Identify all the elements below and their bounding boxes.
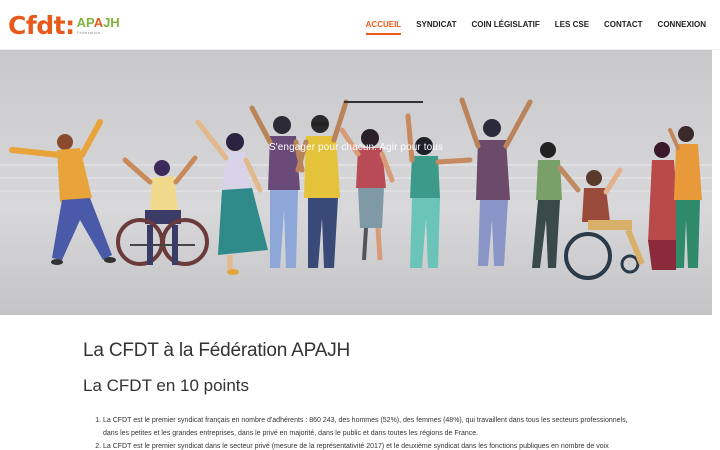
site-logo[interactable]: Cfdt: APAJH Fédération — [8, 10, 120, 40]
hero-illustration — [0, 50, 712, 315]
main-content: La CFDT à la Fédération APAJH La CFDT en… — [83, 340, 643, 450]
main-navigation: ACCUEIL SYNDICAT COIN LÉGISLATIF LES CSE… — [351, 20, 706, 35]
nav-item-syndicat[interactable]: SYNDICAT — [416, 20, 456, 29]
cfdt-points-list: La CFDT est le premier syndicat français… — [83, 414, 643, 450]
nav-item-coin-legislatif[interactable]: COIN LÉGISLATIF — [472, 20, 540, 29]
cfdt-logo-text: Cfdt: — [8, 10, 75, 40]
section-title: La CFDT en 10 points — [83, 376, 249, 395]
apajh-logo-subtitle: Fédération — [76, 29, 101, 35]
hero-banner: S'engager pour chacun. Agir pour tous — [0, 50, 712, 315]
nav-item-accueil[interactable]: ACCUEIL — [365, 20, 401, 35]
nav-item-contact[interactable]: CONTACT — [604, 20, 643, 29]
list-item: La CFDT est le premier syndicat français… — [103, 414, 643, 440]
page-title: La CFDT à la Fédération APAJH — [83, 340, 351, 361]
nav-item-les-cse[interactable]: LES CSE — [555, 20, 589, 29]
nav-item-connexion[interactable]: CONNEXION — [658, 20, 706, 29]
site-header: Cfdt: APAJH Fédération ACCUEIL SYNDICAT … — [0, 0, 720, 50]
list-item: La CFDT est le premier syndicat dans le … — [103, 440, 643, 450]
apajh-logo-text: APAJH — [76, 14, 120, 30]
apajh-logo: APAJH Fédération — [77, 16, 120, 35]
hero-tagline: S'engager pour chacun. Agir pour tous — [268, 142, 444, 153]
